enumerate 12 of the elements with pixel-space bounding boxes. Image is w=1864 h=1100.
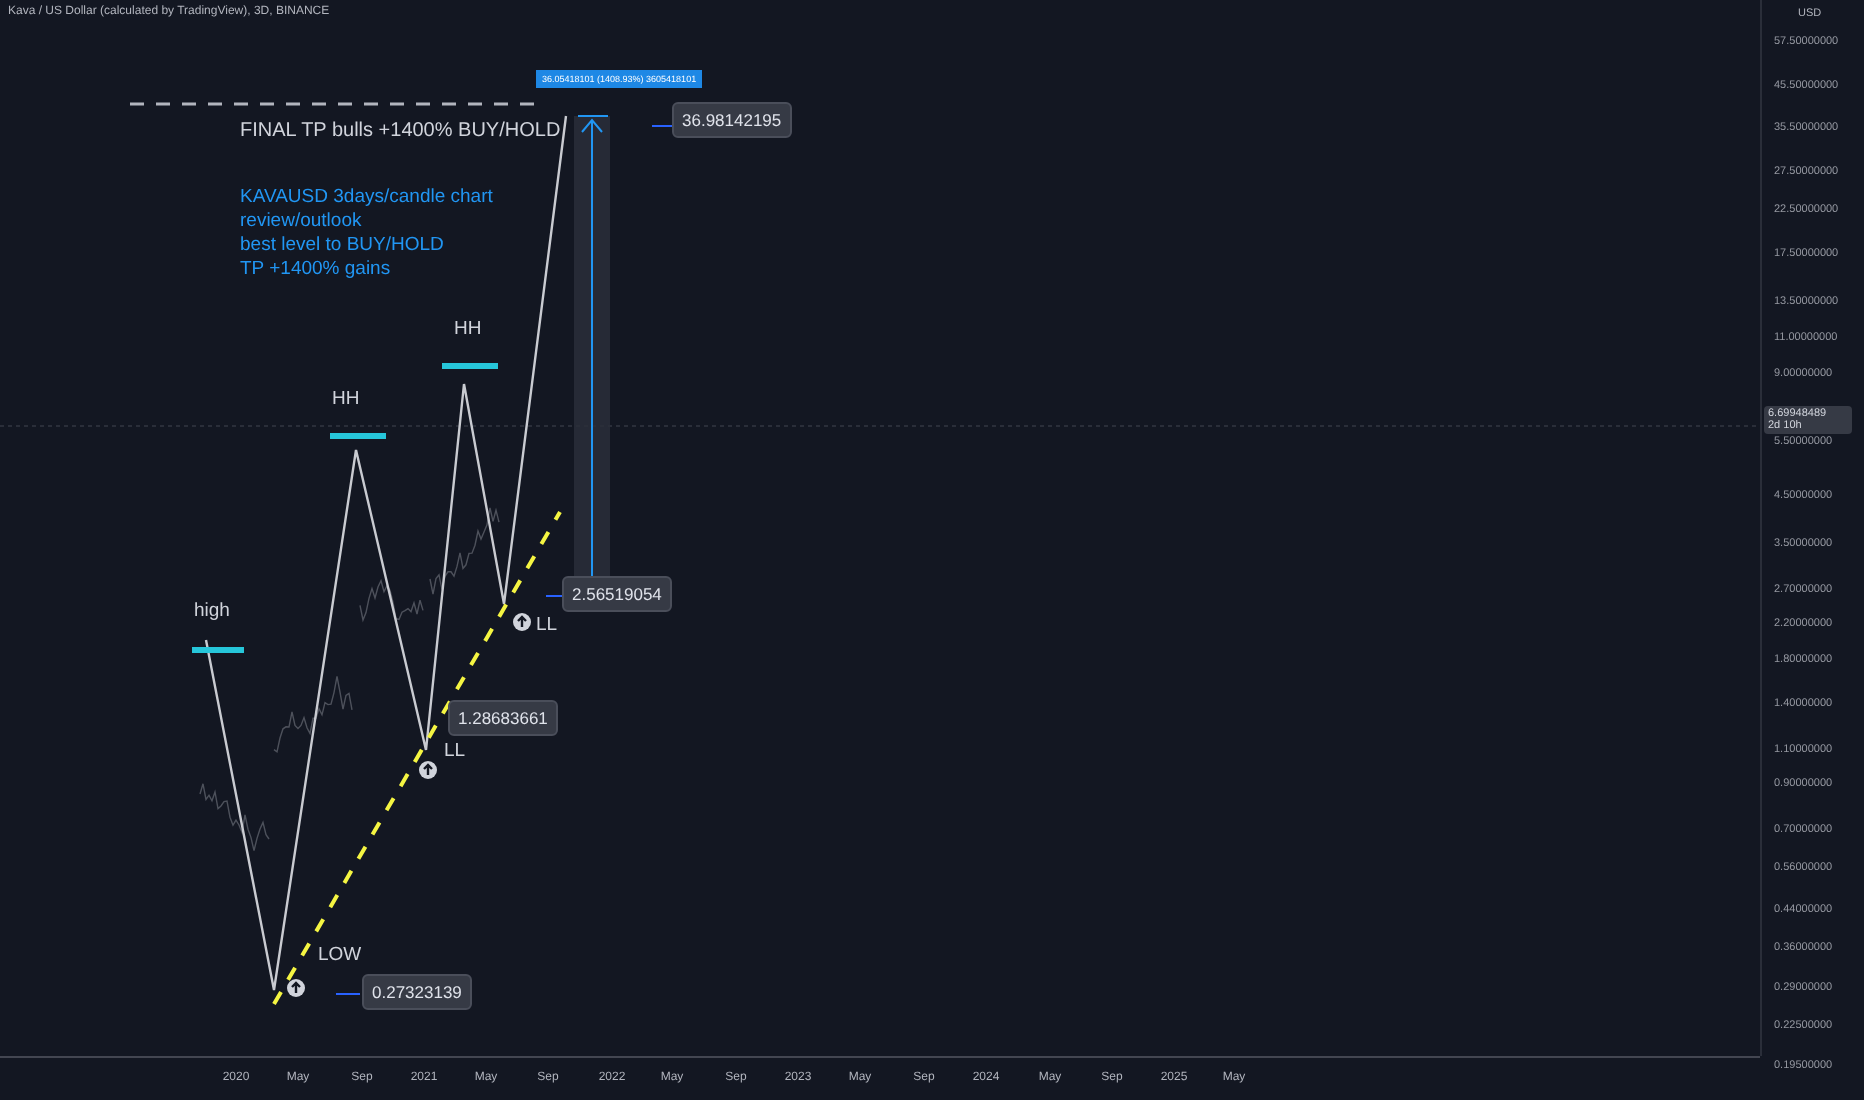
price-label: 0.27323139: [362, 974, 472, 1010]
wave-label: LOW: [318, 944, 362, 968]
annotation-text: FINAL TP bulls +1400% BUY/HOLD: [240, 120, 561, 145]
wave-label: LL: [536, 614, 558, 638]
price-label: 36.98142195: [672, 102, 792, 138]
price-label: 1.28683661: [448, 700, 558, 736]
price-label: 2.56519054: [562, 576, 672, 612]
wave-label: high: [194, 600, 230, 624]
annotation-text: KAVAUSD 3days/candle chart review/outlook best level to BUY/HOLD TP +1400% gains: [240, 186, 493, 281]
wave-label: LL: [444, 740, 466, 764]
wave-label: HH: [332, 388, 360, 412]
wave-label: HH: [454, 318, 482, 342]
